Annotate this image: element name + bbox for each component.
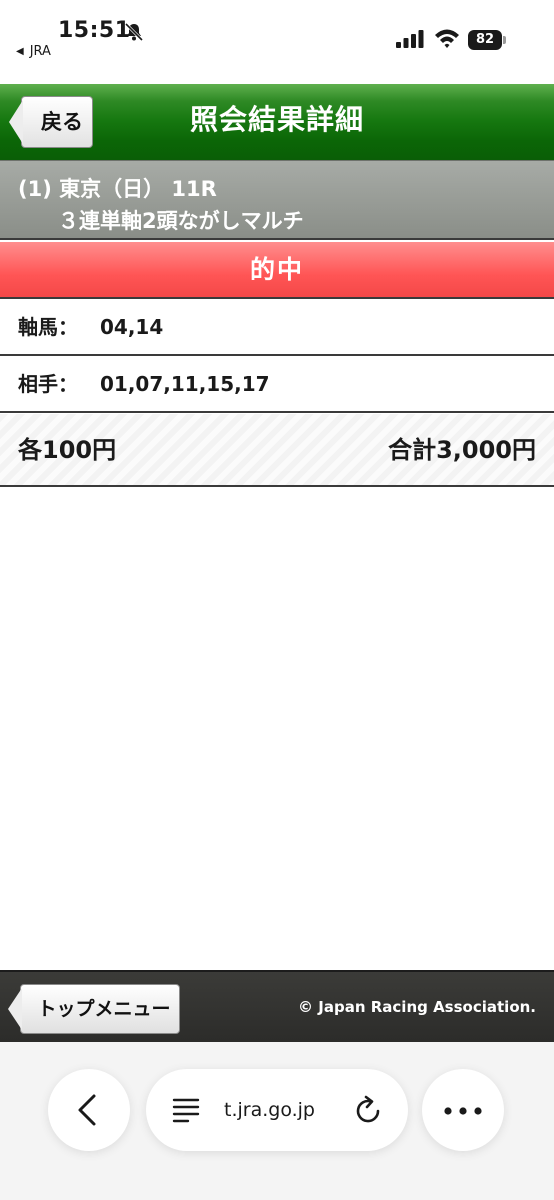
footer: トップメニュー © Japan Racing Association. (0, 970, 554, 1042)
nav-header: 照会結果詳細 戻る (0, 84, 554, 160)
opponent-row: 相手： 01,07,11,15,17 (0, 357, 554, 413)
reader-icon[interactable] (172, 1097, 200, 1123)
battery-level: 82 (468, 30, 502, 50)
chevron-left-icon (78, 1094, 96, 1126)
back-arrow-icon (9, 100, 23, 144)
battery-icon: 82 (468, 30, 506, 50)
bet-type: ３連単軸2頭ながしマルチ (58, 209, 304, 233)
status-bar: 15:51 ◀ JRA 82 (0, 0, 554, 84)
top-menu-arrow-icon (8, 988, 22, 1030)
back-triangle-icon: ◀ (16, 46, 24, 57)
bell-off-icon (124, 22, 144, 42)
axis-horse-value: 04,14 (100, 315, 164, 339)
opponent-value: 01,07,11,15,17 (100, 372, 270, 396)
unit-amount: 各100円 (18, 436, 117, 464)
browser-toolbar: t.jra.go.jp (0, 1042, 554, 1200)
more-icon (444, 1107, 482, 1115)
status-time: 15:51 (58, 18, 131, 43)
url-text: t.jra.go.jp (224, 1099, 315, 1121)
axis-horse-label: 軸馬： (18, 315, 78, 339)
axis-horse-row: 軸馬： 04,14 (0, 300, 554, 356)
copyright-text: © Japan Racing Association. (298, 998, 536, 1016)
browser-back-button[interactable] (48, 1069, 130, 1151)
signal-icon (396, 30, 424, 48)
back-app-label: JRA (29, 44, 51, 59)
address-bar[interactable]: t.jra.go.jp (146, 1069, 408, 1151)
total-amount: 合計3,000円 (388, 436, 536, 464)
more-button[interactable] (422, 1069, 504, 1151)
reload-icon[interactable] (352, 1094, 384, 1126)
top-menu-label: トップメニュー (37, 998, 171, 1020)
result-status-badge: 的中 (0, 242, 554, 299)
race-info-bar: (1) 東京（日） 11R ３連単軸2頭ながしマルチ (0, 160, 554, 240)
amount-row: 各100円 合計3,000円 (0, 414, 554, 487)
back-button-label: 戻る (41, 110, 83, 134)
race-name: (1) 東京（日） 11R (18, 177, 217, 201)
battery-tip (503, 36, 506, 44)
opponent-label: 相手： (18, 372, 78, 396)
back-to-app-link[interactable]: ◀ JRA (16, 44, 51, 59)
wifi-icon (435, 29, 459, 48)
